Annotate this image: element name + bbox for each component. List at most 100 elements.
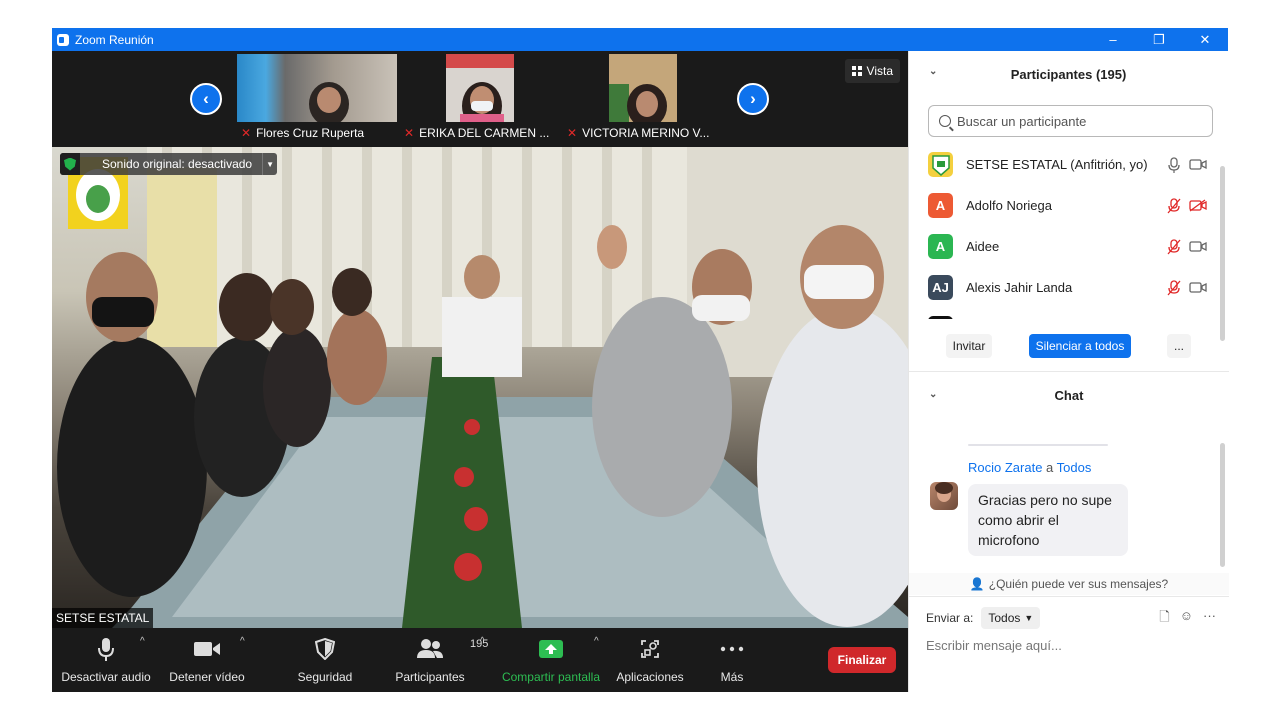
more-dots-icon[interactable]: ··· <box>1203 608 1216 630</box>
next-page-button[interactable]: › <box>737 83 769 115</box>
recipient-dropdown[interactable]: Todos ▼ <box>981 607 1041 629</box>
search-icon <box>939 115 951 127</box>
meeting-toolbar: Desactivar audio ^ Detener vídeo ^ Segur… <box>52 628 908 692</box>
participant-row[interactable]: SETSE ESTATAL (Anfitrión, yo) <box>909 144 1221 185</box>
share-screen-label: Compartir pantalla <box>501 670 601 684</box>
share-screen-button[interactable]: Compartir pantalla ^ <box>500 628 602 692</box>
more-dots-icon <box>720 632 744 666</box>
mute-all-button[interactable]: Silenciar a todos <box>1029 334 1131 358</box>
apps-icon <box>640 632 660 666</box>
who-can-see-link[interactable]: 👤 ¿Quién puede ver sus mensajes? <box>909 573 1229 595</box>
send-to-row: Enviar a: Todos ▼ 🗋 ☺ ··· <box>926 606 1216 630</box>
muted-mic-icon[interactable] <box>1167 280 1181 296</box>
chat-compose-input[interactable]: Escribir mensaje aquí... <box>926 638 1216 653</box>
participant-row[interactable]: A Adolfo Noriega <box>909 185 1221 226</box>
participants-scrollbar[interactable] <box>1220 166 1225 341</box>
security-label: Seguridad <box>297 670 353 684</box>
zoom-app-icon <box>57 33 69 46</box>
participants-title: Participantes (195) <box>1010 66 1127 82</box>
participants-actions: Invitar Silenciar a todos ... <box>909 334 1229 362</box>
avatar <box>928 152 953 177</box>
sender-avatar <box>930 482 958 510</box>
window-controls: – ❐ ✕ <box>1090 28 1228 51</box>
mute-audio-label: Desactivar audio <box>61 670 151 684</box>
microphone-icon[interactable] <box>1167 157 1181 173</box>
chat-title: Chat <box>1054 387 1084 403</box>
chevron-right-icon: › <box>750 89 756 108</box>
original-sound-banner[interactable]: Sonido original: desactivado ▼ <box>60 153 278 175</box>
previous-message-edge <box>968 444 1108 446</box>
participant-name: Adolfo Noriega <box>966 198 1052 213</box>
minimize-button[interactable]: – <box>1090 28 1136 51</box>
emoji-icon[interactable]: ☺ <box>1180 608 1193 630</box>
person-icon: 👤 <box>969 577 985 591</box>
view-button-label: Vista <box>866 64 893 78</box>
message-sender[interactable]: Rocio Zarate <box>968 460 1042 475</box>
participant-silhouette <box>309 82 349 126</box>
muted-mic-icon: ✕ <box>404 126 415 140</box>
participant-name: Aidee <box>966 239 1000 254</box>
avatar <box>928 316 953 319</box>
view-button[interactable]: Vista <box>844 59 900 83</box>
video-camera-icon[interactable] <box>1189 240 1207 253</box>
avatar: A <box>928 234 953 259</box>
participants-button[interactable]: 195 Participantes ^ <box>392 628 488 692</box>
chat-scrollbar[interactable] <box>1220 443 1225 567</box>
file-icon[interactable]: 🗋 <box>1159 608 1169 630</box>
message-recipient: Todos <box>1056 460 1092 475</box>
divider <box>909 596 1229 597</box>
chevron-down-icon[interactable]: ⌄ <box>929 389 937 400</box>
chat-tools: 🗋 ☺ ··· <box>1159 608 1216 630</box>
end-meeting-button[interactable]: Finalizar <box>828 647 896 673</box>
participant-row[interactable]: AJ Alexis Jahir Landa <box>909 267 1221 308</box>
muted-mic-icon[interactable] <box>1167 198 1181 214</box>
message-to-prefix: a <box>1046 460 1054 475</box>
chevron-up-icon[interactable]: ^ <box>480 636 485 647</box>
video-off-icon[interactable] <box>1189 199 1207 212</box>
send-to-label: Enviar a: <box>926 611 974 625</box>
thumbnail-video[interactable]: ✕ Flores Cruz Ruperta <box>237 54 397 144</box>
participant-row[interactable]: A Aidee <box>909 226 1221 267</box>
muted-mic-icon[interactable] <box>1167 239 1181 255</box>
original-sound-label: Sonido original: desactivado <box>102 157 253 171</box>
meeting-room-scene <box>57 147 908 628</box>
thumbnail-video[interactable]: ✕ ERIKA DEL CARMEN ... <box>400 54 560 144</box>
apps-button[interactable]: Aplicaciones <box>615 628 685 692</box>
participants-header: ⌄ Participantes (195) <box>909 51 1228 97</box>
participants-more-button[interactable]: ... <box>1167 334 1191 358</box>
divider <box>909 371 1229 372</box>
invite-button[interactable]: Invitar <box>946 334 992 358</box>
avatar: A <box>928 193 953 218</box>
video-camera-icon[interactable] <box>1189 281 1207 294</box>
participant-row[interactable] <box>909 308 1221 319</box>
prev-page-button[interactable]: ‹ <box>190 83 222 115</box>
thumbnail-caption: ✕ Flores Cruz Ruperta <box>237 122 397 144</box>
chevron-down-icon[interactable]: ⌄ <box>929 66 937 77</box>
main-video[interactable]: Sonido original: desactivado ▼ SETSE EST… <box>52 147 908 628</box>
video-area: ‹ ✕ Flores Cruz Ruperta ✕ ERIKA DEL CARM… <box>52 51 908 692</box>
speaker-name-tag: SETSE ESTATAL <box>52 608 154 628</box>
more-button[interactable]: Más <box>712 628 752 692</box>
mute-audio-button[interactable]: Desactivar audio ^ <box>61 628 151 692</box>
thumbnail-name: ERIKA DEL CARMEN ... <box>419 126 550 140</box>
stop-video-button[interactable]: Detener vídeo ^ <box>168 628 246 692</box>
apps-label: Aplicaciones <box>616 670 684 684</box>
participants-list: SETSE ESTATAL (Anfitrión, yo) A Adolfo N… <box>909 144 1221 319</box>
video-camera-icon[interactable] <box>1189 158 1207 171</box>
security-button[interactable]: Seguridad <box>292 628 358 692</box>
chevron-up-icon[interactable]: ^ <box>140 636 145 647</box>
chevron-up-icon[interactable]: ^ <box>240 636 245 647</box>
caret-down-icon[interactable]: ▼ <box>262 153 277 175</box>
avatar: AJ <box>928 275 953 300</box>
chevron-down-icon: ▼ <box>1024 613 1034 623</box>
chevron-up-icon[interactable]: ^ <box>594 636 599 647</box>
close-button[interactable]: ✕ <box>1182 28 1228 51</box>
shield-icon <box>60 153 80 175</box>
chevron-left-icon: ‹ <box>203 89 209 108</box>
thumbnail-video[interactable]: ✕ VICTORIA MERINO V... <box>563 54 723 144</box>
video-camera-icon <box>193 632 221 666</box>
participant-search[interactable]: Buscar un participante <box>928 105 1213 137</box>
restore-button[interactable]: ❐ <box>1136 28 1182 51</box>
thumbnail-strip: ‹ ✕ Flores Cruz Ruperta ✕ ERIKA DEL CARM… <box>52 51 908 147</box>
participants-icon: 195 <box>416 632 488 666</box>
